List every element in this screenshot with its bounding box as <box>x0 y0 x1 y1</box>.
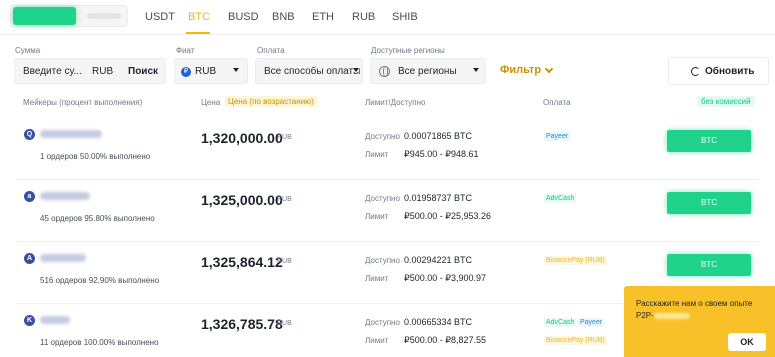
available-label: Доступно <box>365 318 400 327</box>
refresh-icon <box>691 67 700 76</box>
available-value: 0.01958737 BTC <box>404 193 473 203</box>
available-value: 0.00071865 BTC <box>404 131 473 141</box>
available-label: Доступно <box>365 132 400 141</box>
payment-tag: BinancePay (RUB) <box>544 336 607 345</box>
limit-value: ₽500.00 - ₽25,953.26 <box>404 211 492 221</box>
amount-input[interactable]: Введите су... <box>23 66 82 77</box>
tab-busd[interactable]: BUSD <box>228 11 259 23</box>
merchant-name[interactable] <box>40 130 102 138</box>
buy-button[interactable]: BTC <box>667 130 751 152</box>
chevron-down-icon <box>353 68 359 72</box>
payment-label: Оплата <box>257 46 285 55</box>
ok-button[interactable]: OK <box>728 333 766 351</box>
avatar: A <box>24 253 35 264</box>
refresh-button[interactable]: Обновить <box>668 57 769 85</box>
regions-select[interactable]: Все регионы <box>370 58 486 84</box>
col-price: Цена <box>201 98 221 107</box>
limit-value: ₽500.00 - ₽3,900.97 <box>404 273 487 283</box>
regions-value: Все регионы <box>398 66 457 77</box>
col-payment: Оплата <box>543 98 571 107</box>
tab-shib[interactable]: SHIB <box>392 11 418 23</box>
merchant-name[interactable] <box>40 192 90 200</box>
divider <box>0 34 775 35</box>
limit-value: ₽945.00 - ₽948.61 <box>404 149 479 159</box>
tab-rub[interactable]: RUB <box>352 11 375 23</box>
price-unit: RUB <box>277 320 292 327</box>
ruble-icon: ₽ <box>181 67 191 77</box>
limit-value: ₽500.00 - ₽8,827.55 <box>404 335 487 345</box>
table-row: Q 1 ордеров 50.00% выполнено 1,320,000.0… <box>0 118 775 180</box>
fiat-label: Фиат <box>176 46 195 55</box>
price-unit: RUB <box>277 196 292 203</box>
chevron-down-icon <box>473 68 479 72</box>
feedback-popup: Расскажите нам о своем опыте P2P- OK <box>624 286 775 357</box>
orders-stats: 516 ордеров 92.90% выполнено <box>40 276 160 285</box>
refresh-label: Обновить <box>705 66 755 77</box>
merchant-name[interactable] <box>40 316 70 324</box>
amount-currency: RUB <box>92 66 114 77</box>
price-unit: RUB <box>277 258 292 265</box>
price-value: 1,326,785.78 <box>201 316 283 332</box>
price-value: 1,325,864.12 <box>201 254 283 270</box>
buy-sell-toggle[interactable] <box>10 5 128 27</box>
feedback-link[interactable] <box>653 312 690 319</box>
search-button[interactable]: Поиск <box>128 66 158 77</box>
payment-tag: AdvCash <box>544 318 577 327</box>
avatar: K <box>24 315 35 326</box>
price-unit: RUB <box>277 134 292 141</box>
buy-toggle-option[interactable] <box>13 7 76 25</box>
tab-bnb[interactable]: BNB <box>272 11 295 23</box>
payment-select[interactable]: Все способы оплаты <box>255 58 363 84</box>
limit-label: Лимит <box>365 274 389 283</box>
payment-value: Все способы оплаты <box>264 66 361 77</box>
tab-usdt[interactable]: USDT <box>145 11 175 23</box>
no-fee-badge: без комиссий <box>697 96 755 107</box>
amount-label: Сумма <box>15 46 41 55</box>
price-value: 1,325,000.00 <box>201 192 283 208</box>
avatar: Q <box>24 129 35 140</box>
chevron-down-icon <box>233 68 239 72</box>
feedback-message: Расскажите нам о своем опыте P2P- <box>636 298 766 322</box>
payment-tag: AdvCash <box>544 194 577 203</box>
sell-toggle-option[interactable] <box>87 13 121 19</box>
price-value: 1,320,000.00 <box>201 130 283 146</box>
table-row: a 45 ордеров 95.80% выполнено 1,325,000.… <box>0 180 775 242</box>
orders-stats: 1 ордеров 50.00% выполнено <box>40 152 151 161</box>
merchant-name[interactable] <box>40 254 86 262</box>
avatar: a <box>24 191 35 202</box>
amount-field[interactable]: Введите су... RUB Поиск <box>14 58 166 84</box>
fiat-select[interactable]: ₽ RUB <box>174 58 248 84</box>
payment-tag: Payeer <box>544 132 571 141</box>
limit-label: Лимит <box>365 212 389 221</box>
regions-label: Доступные регионы <box>371 46 445 55</box>
orders-stats: 45 ордеров 95.80% выполнено <box>40 214 155 223</box>
available-value: 0.00294221 BTC <box>404 255 473 265</box>
available-label: Доступно <box>365 194 400 203</box>
available-label: Доступно <box>365 256 400 265</box>
price-sort-badge[interactable]: Цена (по возрастанию) <box>225 96 317 107</box>
fiat-value: RUB <box>195 66 217 77</box>
buy-button[interactable]: BTC <box>667 192 751 214</box>
tab-eth[interactable]: ETH <box>312 11 334 23</box>
buy-button[interactable]: BTC <box>667 254 751 276</box>
col-makers: Мейкеры (процент выполнения) <box>23 98 143 107</box>
available-value: 0.00665334 BTC <box>404 317 473 327</box>
limit-label: Лимит <box>365 150 389 159</box>
globe-icon <box>379 66 390 77</box>
orders-stats: 11 ордеров 100.00% выполнено <box>40 338 159 347</box>
tab-btc[interactable]: BTC <box>188 11 210 23</box>
payment-tag: BinancePay (RUB) <box>544 256 607 265</box>
top-bar: USDT BTC BUSD BNB ETH RUB SHIB <box>0 0 775 34</box>
limit-label: Лимит <box>365 336 389 345</box>
chevron-down-icon <box>544 64 554 74</box>
payment-tag: Payeer <box>578 318 605 327</box>
col-limit: Лимит/Доступно <box>365 98 426 107</box>
filter-button[interactable]: Фильтр <box>500 64 541 76</box>
